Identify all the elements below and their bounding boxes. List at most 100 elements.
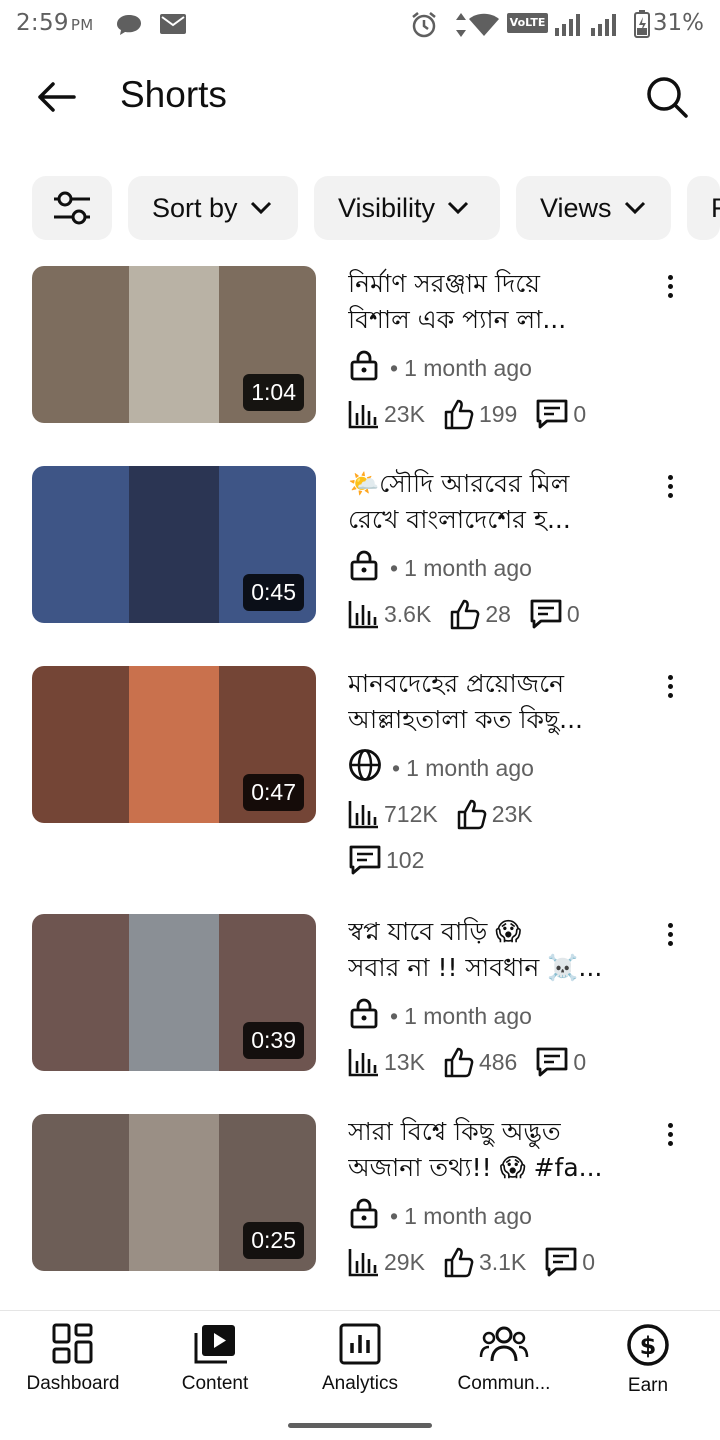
chevron-down-icon — [447, 201, 469, 215]
analytics-icon — [339, 1323, 381, 1365]
video-title[interactable]: নির্মাণ সরঞ্জাম দিয়ে বিশাল এক প্যান লা.… — [348, 266, 638, 338]
video-title[interactable]: স্বপ্ন যাবে বাড়ি 😱 সবার না !! সাবধান ☠️… — [348, 914, 638, 986]
comments-stat: 0 — [535, 398, 586, 430]
meta-separator: • — [390, 554, 399, 581]
video-list-item[interactable]: 0:45 🌤️সৌদি আরবের মিল রেখে বাংলাদেশের হ.… — [32, 466, 712, 630]
video-title-line: বিশাল এক প্যান লা... — [348, 305, 567, 334]
video-title-line: মানবদেহের প্রয়োজনে — [348, 669, 565, 698]
signal-icon-2 — [591, 14, 616, 36]
battery-percent: 31% — [652, 10, 704, 36]
video-title-line: নির্মাণ সরঞ্জাম দিয়ে — [348, 269, 541, 298]
bottom-nav: Dashboard Content Analytics Commun... $ … — [0, 1310, 720, 1440]
bar-chart-icon — [348, 1049, 378, 1077]
video-title[interactable]: মানবদেহের প্রয়োজনে আল্লাহতালা কত কিছু..… — [348, 666, 638, 738]
partial-chip-label: F — [711, 192, 720, 223]
video-thumbnail[interactable]: 0:25 — [32, 1114, 316, 1271]
more-options-button[interactable] — [658, 268, 682, 304]
partial-chip[interactable]: F — [687, 176, 720, 240]
video-list-item[interactable]: 0:39 স্বপ্ন যাবে বাড়ি 😱 সবার না !! সাবধ… — [32, 914, 712, 1078]
comments-count: 0 — [573, 1048, 587, 1075]
more-options-button[interactable] — [658, 668, 682, 704]
data-arrows-icon — [456, 13, 466, 37]
nav-content[interactable]: Content — [143, 1323, 287, 1413]
video-list-item[interactable]: 1:04 নির্মাণ সরঞ্জাম দিয়ে বিশাল এক প্যা… — [32, 266, 712, 430]
likes-stat: 23K — [456, 798, 533, 830]
sort-by-label: Sort by — [152, 192, 238, 223]
video-stats: 29K 3.1K 0 — [348, 1244, 613, 1280]
nav-earn[interactable]: $ Earn — [576, 1323, 720, 1413]
likes-stat: 3.1K — [443, 1246, 526, 1278]
nav-analytics[interactable]: Analytics — [288, 1323, 432, 1413]
nav-dashboard-label: Dashboard — [26, 1373, 120, 1394]
video-title[interactable]: সারা বিশ্বে কিছু অদ্ভুত অজানা তথ্য!! 😱 #… — [348, 1114, 638, 1186]
upload-age: 1 month ago — [404, 554, 532, 581]
earn-icon: $ — [627, 1324, 669, 1366]
comments-stat: 102 — [348, 844, 424, 876]
views-count: 29K — [384, 1248, 425, 1275]
sort-by-chip[interactable]: Sort by — [128, 176, 298, 240]
visibility-status — [348, 349, 380, 387]
likes-count: 486 — [478, 1048, 518, 1075]
nav-community[interactable]: Commun... — [432, 1323, 576, 1413]
views-label: Views — [540, 192, 612, 223]
arrow-left-icon — [38, 82, 76, 112]
video-stats: 23K 199 0 — [348, 396, 604, 432]
video-thumbnail[interactable]: 0:39 — [32, 914, 316, 1071]
comments-count: 0 — [573, 400, 587, 427]
wifi-icon — [469, 13, 499, 36]
sliders-icon — [54, 191, 90, 225]
visibility-status — [348, 1197, 380, 1235]
comments-count: 0 — [582, 1248, 596, 1275]
signal-icon — [555, 14, 580, 36]
video-thumbnail[interactable]: 0:47 — [32, 666, 316, 823]
thumbs-up-icon — [457, 799, 487, 830]
views-chip[interactable]: Views — [516, 176, 671, 240]
meta-separator: • — [390, 1002, 399, 1029]
likes-count: 23K — [491, 800, 533, 827]
nav-content-label: Content — [181, 1373, 249, 1394]
nav-dashboard[interactable]: Dashboard — [1, 1323, 145, 1413]
page-title: Shorts — [120, 74, 227, 115]
mail-icon — [160, 14, 186, 34]
comment-icon — [536, 1047, 568, 1077]
video-title-line: সারা বিশ্বে কিছু অদ্ভুত — [348, 1117, 561, 1146]
back-button[interactable] — [26, 72, 86, 122]
video-list-item[interactable]: 0:47 মানবদেহের প্রয়োজনে আল্লাহতালা কত ক… — [32, 666, 712, 875]
comments-count: 102 — [386, 846, 425, 873]
dashboard-icon — [52, 1323, 93, 1364]
video-title-line: 🌤️সৌদি আরবের মিল — [348, 469, 570, 498]
search-button[interactable] — [640, 70, 694, 124]
filter-settings-button[interactable] — [32, 176, 112, 240]
comment-icon — [536, 399, 568, 429]
video-thumbnail[interactable]: 0:45 — [32, 466, 316, 623]
likes-stat: 486 — [443, 1046, 517, 1078]
video-duration: 0:47 — [243, 774, 304, 811]
views-stat: 3.6K — [348, 599, 431, 629]
visibility-status — [348, 549, 380, 587]
more-options-button[interactable] — [658, 468, 682, 504]
chevron-down-icon — [250, 201, 271, 215]
globe-icon — [349, 749, 381, 781]
views-count: 13K — [384, 1048, 425, 1075]
video-list-item[interactable]: 0:25 সারা বিশ্বে কিছু অদ্ভুত অজানা তথ্য!… — [32, 1114, 712, 1278]
content-icon — [194, 1325, 235, 1364]
video-thumbnail[interactable]: 1:04 — [32, 266, 316, 423]
home-indicator — [288, 1423, 432, 1428]
upload-age: 1 month ago — [406, 754, 534, 781]
views-count: 23K — [384, 400, 425, 427]
video-duration: 0:25 — [243, 1222, 304, 1259]
views-count: 3.6K — [384, 600, 432, 627]
visibility-chip[interactable]: Visibility — [314, 176, 500, 240]
bar-chart-icon — [348, 801, 378, 829]
more-options-button[interactable] — [658, 1116, 682, 1152]
video-meta: • 1 month ago — [348, 350, 532, 386]
video-title-line: স্বপ্ন যাবে বাড়ি 😱 — [348, 917, 522, 946]
community-icon — [479, 1326, 529, 1362]
bar-chart-icon — [348, 401, 378, 429]
thumbs-up-icon — [444, 1247, 474, 1278]
more-options-button[interactable] — [658, 916, 682, 952]
video-stats: 3.6K 28 0 — [348, 596, 598, 632]
video-title[interactable]: 🌤️সৌদি আরবের মিল রেখে বাংলাদেশের হ... — [348, 466, 638, 538]
views-stat: 13K — [348, 1047, 425, 1077]
meta-separator: • — [390, 354, 399, 381]
